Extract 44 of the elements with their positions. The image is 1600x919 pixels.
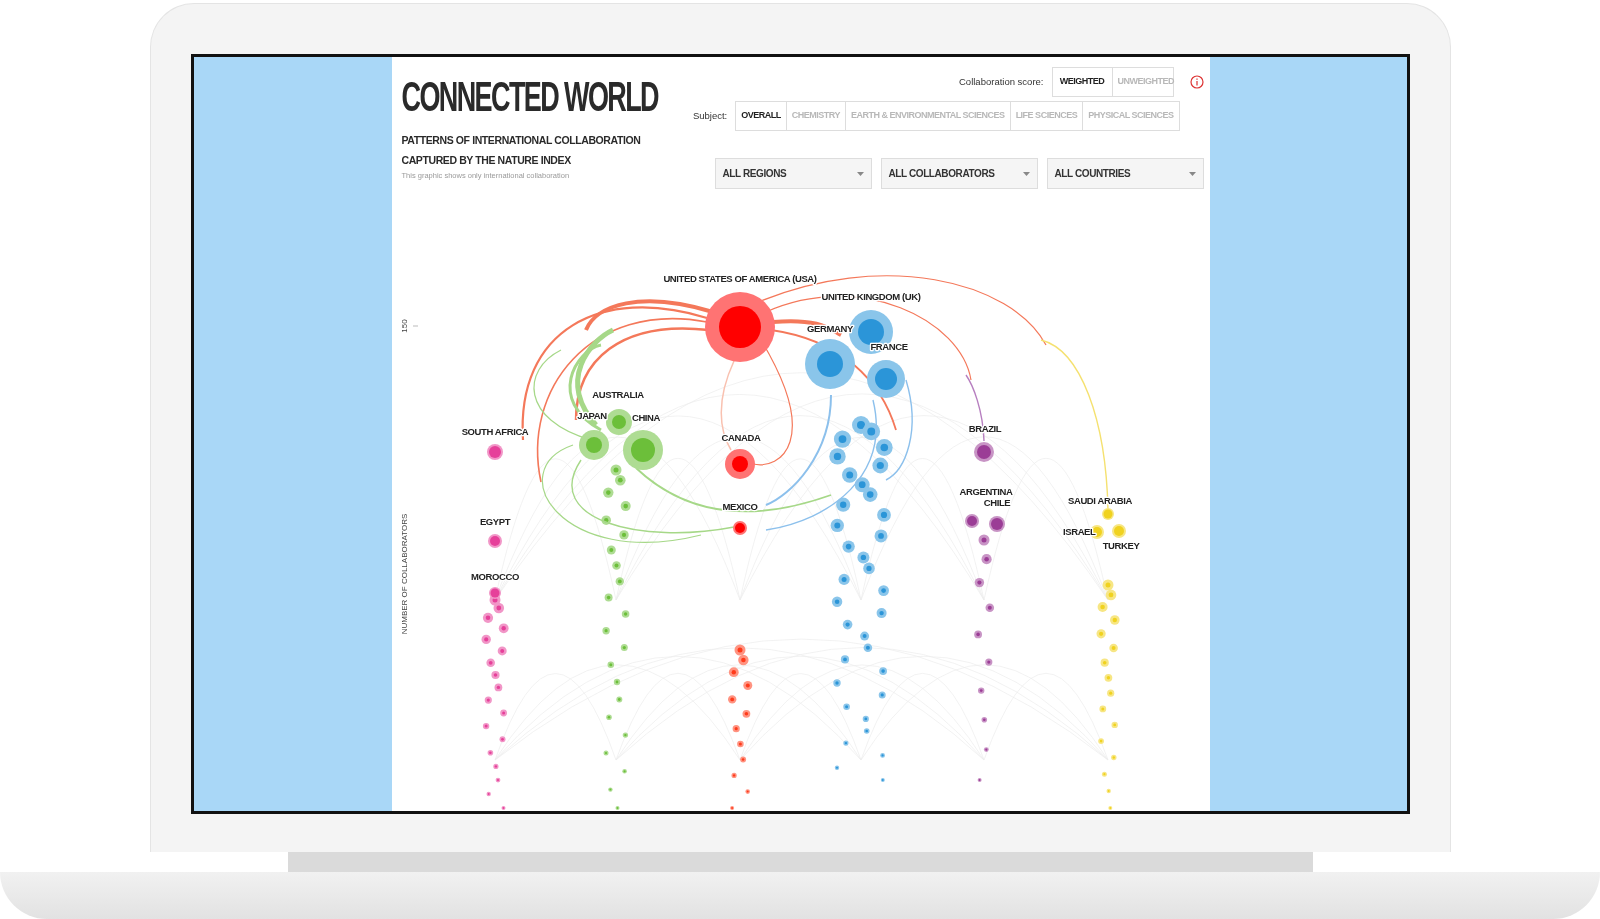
country-label: CANADA [721, 432, 760, 443]
country-node[interactable] [988, 516, 1005, 532]
score-label: Collaboration score: [959, 74, 1044, 89]
country-node[interactable] [973, 442, 994, 462]
country-node[interactable] [704, 292, 775, 362]
score-toggle[interactable]: WEIGHTED [1051, 67, 1113, 97]
caret-icon [1188, 171, 1196, 176]
country-node[interactable] [488, 587, 501, 599]
country-label: CHINA [631, 412, 660, 423]
country-node[interactable] [804, 339, 855, 389]
country-node[interactable] [1111, 524, 1126, 538]
caret-icon [856, 171, 864, 176]
country-node[interactable] [964, 514, 979, 528]
country-label: AUSTRALIA [591, 389, 644, 400]
country-node[interactable] [724, 449, 755, 479]
country-label: MOROCCO [470, 571, 519, 582]
country-label: TURKEY [1102, 540, 1139, 551]
axis-tick-label: 150 [399, 319, 409, 333]
subject-label: Subject: [692, 108, 728, 123]
page-subtitle: PATTERNS OF INTERNATIONAL COLLABORATION CAPTURED BY THE NATURE INDEX [401, 133, 641, 168]
country-label: ARGENTINA [959, 486, 1012, 497]
filter-dropdown[interactable]: ALL COLLABORATORS [880, 158, 1038, 189]
page-title: CONNECTED WORLD [401, 77, 658, 119]
country-label: EGYPT [479, 516, 510, 527]
country-label: BRAZIL [968, 423, 1001, 434]
country-node[interactable] [605, 409, 632, 435]
country-label: FRANCE [869, 341, 908, 352]
caret-icon [1022, 171, 1030, 176]
country-node[interactable] [578, 430, 609, 460]
country-node[interactable] [1101, 508, 1114, 520]
country-node[interactable] [732, 521, 747, 535]
filter-dropdown[interactable]: ALL COUNTRIES [1046, 158, 1204, 189]
info-icon[interactable] [1189, 75, 1204, 89]
country-node[interactable] [866, 360, 905, 398]
country-node[interactable] [486, 444, 503, 460]
filter-dropdown[interactable]: ALL REGIONS [714, 158, 872, 189]
country-label: CHILE [983, 497, 1010, 508]
country-node[interactable] [487, 534, 502, 548]
country-label: JAPAN [576, 410, 607, 421]
country-node[interactable] [622, 430, 663, 470]
axis-title: NUMBER OF COLLABORATORS [399, 513, 409, 635]
subject-tab[interactable]: OVERALL [735, 101, 787, 131]
country-label: MEXICO [721, 501, 758, 512]
country-label: UNITED STATES OF AMERICA (USA) [662, 273, 817, 284]
